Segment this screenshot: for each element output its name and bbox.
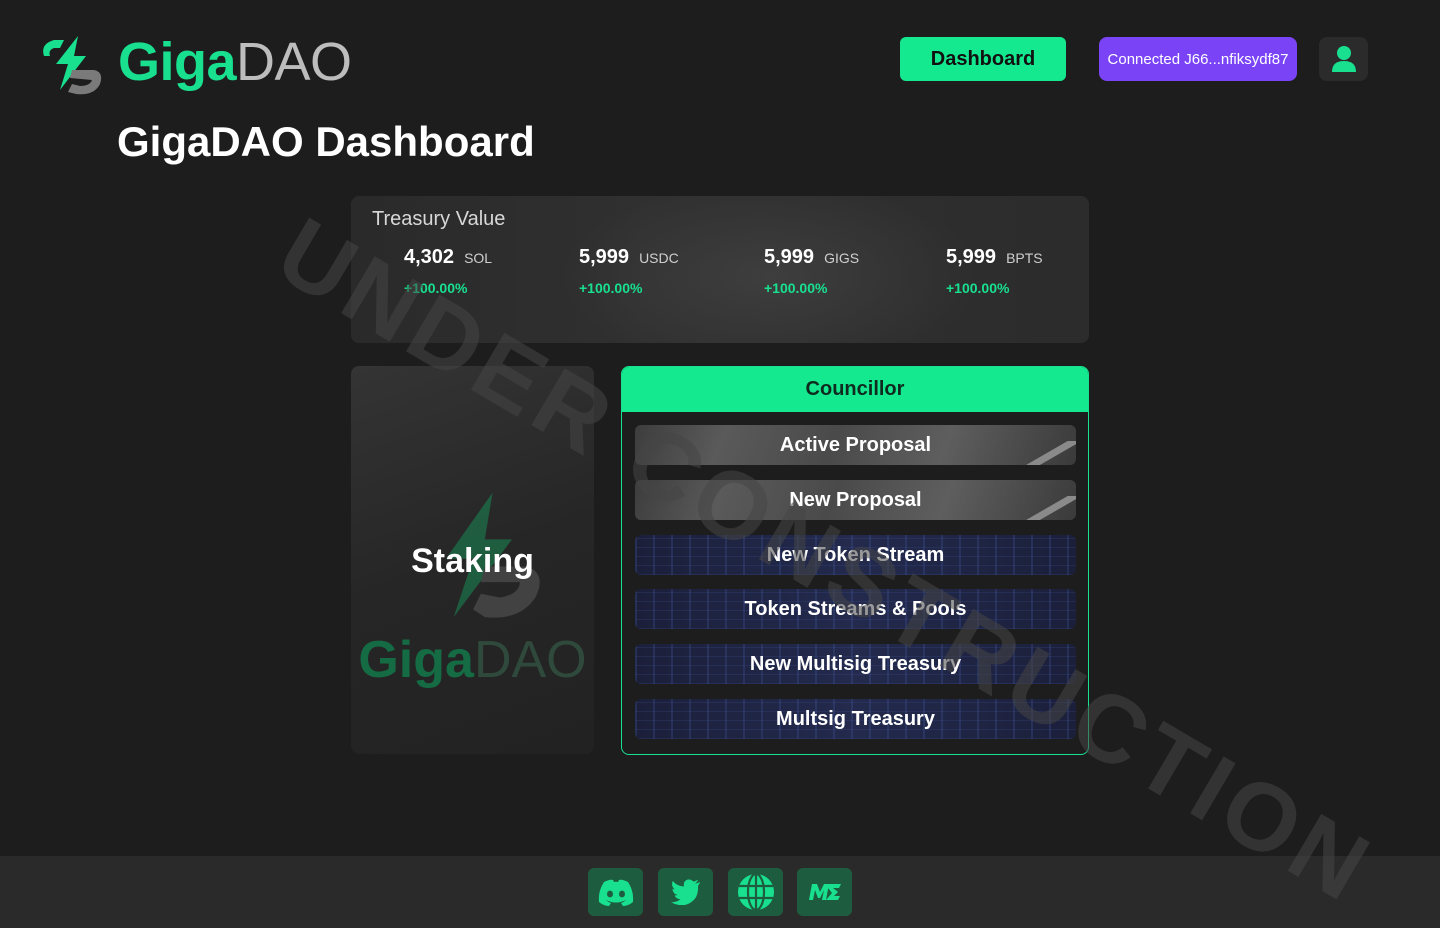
button-label: Token Streams & Pools <box>744 597 967 620</box>
website-link[interactable] <box>728 868 783 916</box>
twitter-icon <box>670 879 700 905</box>
button-label: New Multisig Treasury <box>749 652 962 675</box>
button-label: Active Proposal <box>779 433 932 456</box>
treasury-card: Treasury Value 4,302 SOL +100.00% 5,999 US… <box>351 196 1089 343</box>
brand-name: GigaDAO <box>118 35 352 89</box>
globe-icon <box>737 872 774 912</box>
new-multisig-treasury-button[interactable]: New Multisig Treasury <box>635 644 1076 684</box>
user-icon <box>1331 46 1356 72</box>
token-sol: 4,302 SOL +100.00% <box>404 246 493 296</box>
treasury-label: Treasury Value <box>372 208 506 230</box>
token-bpts: 5,999 BPTS +100.00% <box>946 246 1043 296</box>
button-label: New Proposal <box>789 488 922 511</box>
brand-name-giga: Giga <box>118 32 237 92</box>
councillor-title: Councillor <box>622 367 1088 412</box>
token-change: +100.00% <box>946 280 1010 296</box>
token-streams-pools-button[interactable]: Token Streams & Pools <box>635 589 1076 629</box>
token-usdc: 5,999 USDC +100.00% <box>579 246 679 296</box>
councillor-panel: Councillor Active Proposal New Proposal … <box>621 366 1089 755</box>
token-change: +100.00% <box>764 280 828 296</box>
token-amount: 4,302 <box>404 246 455 268</box>
button-label: Multsig Treasury <box>776 707 935 730</box>
magic-eden-icon <box>808 884 841 900</box>
staking-title: Staking <box>411 542 534 580</box>
staking-brand-giga: Giga <box>358 631 474 689</box>
token-change: +100.00% <box>579 280 643 296</box>
token-amount: 5,999 <box>764 246 815 268</box>
new-proposal-button[interactable]: New Proposal <box>635 480 1076 520</box>
token-symbol: USDC <box>639 250 679 266</box>
brand-name-dao: DAO <box>236 32 352 92</box>
lightning-logo-icon <box>43 36 102 95</box>
token-amount: 5,999 <box>579 246 630 268</box>
new-token-stream-button[interactable]: New Token Stream <box>635 535 1076 575</box>
active-proposal-button[interactable]: Active Proposal <box>635 425 1076 465</box>
wallet-connected-button[interactable]: Connected J66...nfiksydf87 <box>1099 37 1297 81</box>
staking-brand: GigaDAO <box>351 634 594 686</box>
token-gigs: 5,999 GIGS +100.00% <box>764 246 860 296</box>
token-amount: 5,999 <box>946 246 997 268</box>
page-title: GigaDAO Dashboard <box>117 118 535 165</box>
discord-icon <box>598 879 633 906</box>
token-symbol: SOL <box>464 250 493 266</box>
brand-logo[interactable]: GigaDAO <box>34 26 352 98</box>
token-symbol: GIGS <box>824 250 860 266</box>
twitter-link[interactable] <box>658 868 713 916</box>
button-label: New Token Stream <box>766 543 945 566</box>
profile-button[interactable] <box>1319 37 1368 81</box>
token-change: +100.00% <box>404 280 468 296</box>
discord-link[interactable] <box>588 868 643 916</box>
dashboard-button[interactable]: Dashboard <box>900 37 1066 81</box>
token-symbol: BPTS <box>1006 250 1043 266</box>
staking-card[interactable]: Staking GigaDAO <box>351 366 594 754</box>
footer <box>0 856 1440 928</box>
magic-eden-link[interactable] <box>797 868 852 916</box>
multisig-treasury-button[interactable]: Multsig Treasury <box>635 699 1076 739</box>
staking-brand-dao: DAO <box>473 631 587 689</box>
